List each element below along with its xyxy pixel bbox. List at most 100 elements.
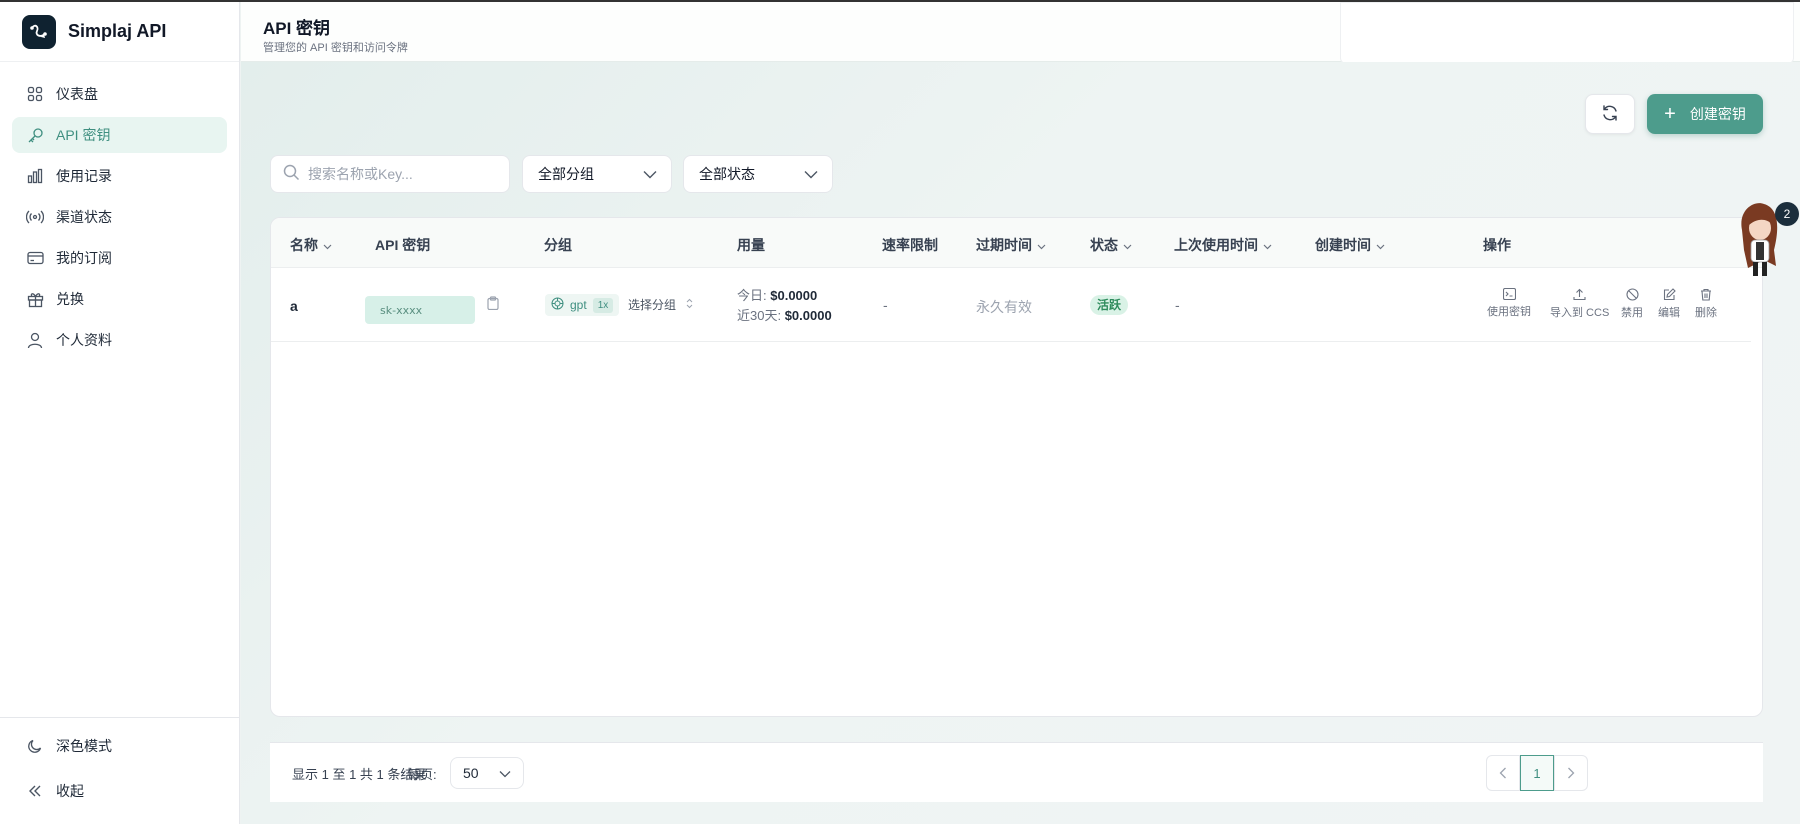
usage-today-value: $0.0000 [770,288,818,303]
per-page-label: 每页: [407,767,437,782]
terminal-icon [1502,288,1516,300]
import-ccs-button[interactable]: 导入到 CCS [1550,288,1609,320]
copy-key-button[interactable] [487,296,499,313]
column-last-used[interactable]: 上次使用时间 [1174,235,1272,255]
sidebar-item-channel-status[interactable]: 渠道状态 [12,199,227,235]
group-filter-select[interactable]: 全部分组 [522,155,672,193]
dark-mode-toggle[interactable]: 深色模式 [12,728,228,764]
api-key-value[interactable]: sk-xxxx [365,296,475,324]
select-group-dropdown[interactable]: 选择分组 [628,296,693,313]
column-status[interactable]: 状态 [1090,235,1132,255]
sidebar-item-label: 使用记录 [56,168,112,184]
chevron-left-icon [1499,767,1506,779]
upload-icon [1573,288,1586,301]
column-label: 操作 [1483,237,1511,253]
column-label: 上次使用时间 [1174,237,1258,253]
trash-icon [1701,288,1711,301]
column-group: 分组 [544,235,572,255]
column-label: 名称 [290,237,318,253]
table-row: a sk-xxxx gpt 1x 选择分组 今日: $0.0000 近30天: … [271,269,1751,342]
sidebar-item-label: 渠道状态 [56,209,112,225]
clipboard-icon [487,296,499,313]
key-icon [26,126,44,144]
usage-30d-value: $0.0000 [784,308,832,323]
usage-30d-line: 近30天: $0.0000 [737,306,832,326]
use-key-button[interactable]: 使用密钥 [1487,288,1531,319]
sidebar-item-dashboard[interactable]: 仪表盘 [12,76,227,112]
signal-icon [26,208,44,226]
refresh-icon [1601,104,1619,125]
brand-name: Simplaj API [68,21,167,41]
edit-button[interactable]: 编辑 [1658,288,1680,320]
sidebar-bottom: 深色模式 收起 [0,717,240,824]
use-key-label: 使用密钥 [1487,306,1531,318]
column-label: 创建时间 [1315,237,1371,253]
api-keys-table: 名称 API 密钥 分组 用量 速率限制 过期时间 状态 上次使用时间 创建时间… [270,217,1763,717]
page-header: API 密钥 管理您的 API 密钥和访问令牌 [241,2,1800,64]
status-filter-select[interactable]: 全部状态 [683,155,833,193]
collapse-label: 收起 [56,783,84,799]
edit-label: 编辑 [1658,307,1680,319]
sort-caret-icon [323,237,332,253]
group-badge: gpt 1x [545,294,620,316]
delete-label: 删除 [1695,307,1717,319]
collapse-sidebar-button[interactable]: 收起 [12,773,228,809]
create-key-button[interactable]: + 创建密钥 [1647,94,1763,134]
per-page-value: 50 [463,765,479,781]
disable-label: 禁用 [1621,307,1643,319]
status-filter-value: 全部状态 [699,166,755,182]
rate-limit-value: - [883,297,888,313]
search-input[interactable] [308,166,498,182]
last-used-value: - [1175,297,1180,313]
per-page-select[interactable]: 50 [450,757,524,789]
column-rate-limit: 速率限制 [882,235,938,255]
column-name[interactable]: 名称 [290,235,332,255]
collapse-icon [26,782,44,800]
column-label: 过期时间 [976,237,1032,253]
sidebar-nav: 仪表盘 API 密钥 使用记录 渠道状态 我的订阅 兑换 个人资料 [0,62,239,358]
notification-badge[interactable]: 2 [1775,202,1799,226]
page-button-1[interactable]: 1 [1520,755,1554,791]
column-label: API 密钥 [375,237,431,253]
sort-caret-icon [1376,237,1385,253]
delete-button[interactable]: 删除 [1695,288,1717,320]
sidebar-item-redeem[interactable]: 兑换 [12,281,227,317]
search-icon [283,164,300,184]
column-created[interactable]: 创建时间 [1315,235,1385,255]
edit-icon [1663,288,1676,301]
sidebar-item-subscription[interactable]: 我的订阅 [12,240,227,276]
sidebar-item-usage[interactable]: 使用记录 [12,158,227,194]
page-subtitle: 管理您的 API 密钥和访问令牌 [263,42,408,54]
ban-icon [1625,288,1639,301]
sidebar-item-label: API 密钥 [56,127,111,143]
moon-icon [26,737,44,755]
chevron-right-icon [1568,767,1575,779]
import-ccs-label: 导入到 CCS [1550,307,1610,319]
sidebar-item-label: 仪表盘 [56,86,98,102]
sidebar-item-profile[interactable]: 个人资料 [12,322,227,358]
logo-icon [22,14,56,49]
brand[interactable]: Simplaj API [0,2,239,62]
column-usage: 用量 [737,235,765,255]
group-name: gpt [570,298,587,312]
main-content: + 创建密钥 全部分组 全部状态 名称 API 密钥 分组 [241,62,1800,824]
column-expires[interactable]: 过期时间 [976,235,1046,255]
usage-today-line: 今日: $0.0000 [737,286,832,306]
column-actions: 操作 [1483,235,1511,255]
usage-today-label: 今日: [737,288,767,303]
chevron-down-icon [804,166,818,182]
sort-caret-icon [1037,237,1046,253]
usage-cell: 今日: $0.0000 近30天: $0.0000 [737,286,832,326]
sort-caret-icon [1123,237,1132,253]
gift-icon [26,290,44,308]
prev-page-button[interactable] [1486,755,1520,791]
search-box [270,155,510,193]
column-api-key: API 密钥 [375,235,430,255]
column-label: 分组 [544,237,572,253]
refresh-button[interactable] [1585,94,1635,134]
next-page-button[interactable] [1554,755,1588,791]
sidebar-item-api-keys[interactable]: API 密钥 [12,117,227,153]
status-badge: 活跃 [1090,295,1129,315]
disable-button[interactable]: 禁用 [1621,288,1643,320]
table-header: 名称 API 密钥 分组 用量 速率限制 过期时间 状态 上次使用时间 创建时间… [271,218,1762,268]
